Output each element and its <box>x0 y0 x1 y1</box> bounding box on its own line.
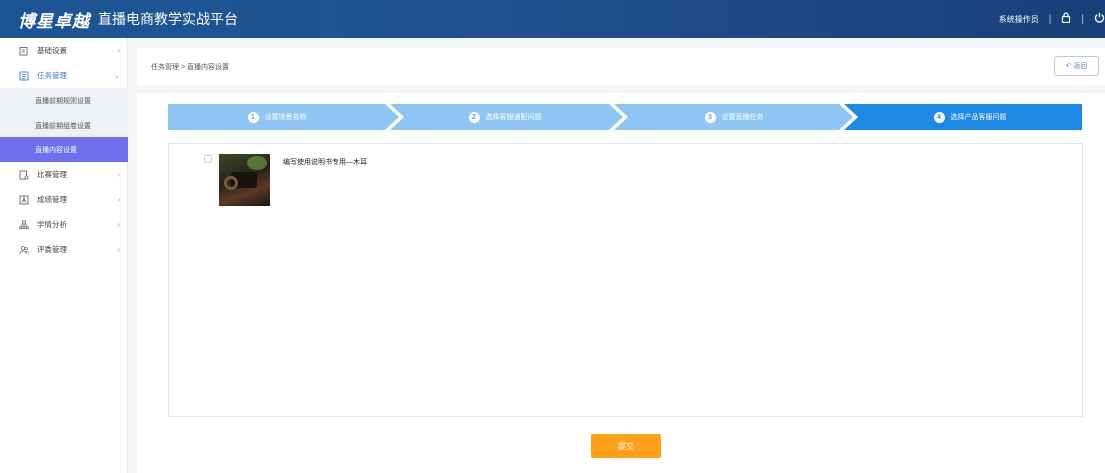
chevron-right-icon: › <box>117 170 120 179</box>
users-icon <box>18 245 30 255</box>
step-label: 设置直播任务 <box>721 114 764 121</box>
sidebar-item-basic-settings[interactable]: 基础设置 › <box>0 38 128 63</box>
sidebar-item-label: 学情分析 <box>37 220 67 229</box>
chevron-right-icon: › <box>117 220 120 229</box>
app-title: 直播电商教学实战平台 <box>98 11 238 27</box>
back-button-label: 返回 <box>1073 63 1088 70</box>
sidebar-item-judge-management[interactable]: 评委管理 › <box>0 237 128 262</box>
step-1[interactable]: 1 设置场景名称 <box>168 104 386 130</box>
chevron-right-icon: › <box>117 195 120 204</box>
sidebar-item-score-management[interactable]: 成绩管理 › <box>0 187 128 212</box>
sidebar-subitem-pre-live-paper[interactable]: 直播前期组卷设置 <box>0 113 128 138</box>
sidebar-item-task-management[interactable]: 任务管理 ⌄ <box>0 63 128 88</box>
back-button[interactable]: ↶ 返回 <box>1054 56 1099 76</box>
brand-logo: 博星卓越 <box>18 11 90 31</box>
breadcrumb: 任务管理 > 直播内容设置 <box>151 63 229 71</box>
sidebar-item-label: 评委管理 <box>37 245 67 254</box>
sidebar-subitem-live-content[interactable]: 直播内容设置 <box>0 137 128 162</box>
step-label: 选择产品客服问题 <box>950 114 1007 121</box>
list-icon <box>18 71 30 81</box>
product-panel <box>168 143 1083 417</box>
submit-button[interactable]: 提交 <box>591 434 661 458</box>
sidebar-item-learning-analysis[interactable]: 学情分析 › <box>0 212 128 237</box>
top-bar: 博星卓越 直播电商教学实战平台 系统操作员 | | <box>0 0 1105 38</box>
breadcrumb-bar: 任务管理 > 直播内容设置 ↶ 返回 <box>137 48 1105 85</box>
top-right-tools: 系统操作员 | | <box>999 0 1105 38</box>
divider: | <box>1081 13 1084 25</box>
product-checkbox[interactable] <box>204 155 212 163</box>
step-number: 1 <box>247 111 259 123</box>
step-2[interactable]: 2 选择客服通配问题 <box>400 104 610 130</box>
step-number: 3 <box>704 111 716 123</box>
hierarchy-icon <box>18 219 30 230</box>
divider: | <box>1048 13 1052 25</box>
sidebar-item-label: 成绩管理 <box>37 195 67 204</box>
sidebar-item-label: 基础设置 <box>37 46 67 55</box>
chevron-right-icon: › <box>117 245 120 254</box>
user-name[interactable]: 系统操作员 <box>999 14 1039 25</box>
edit-icon <box>18 46 30 56</box>
step-label: 设置场景名称 <box>264 114 307 121</box>
document-icon <box>18 170 30 180</box>
chevron-down-icon: ⌄ <box>113 71 120 80</box>
power-icon[interactable] <box>1094 12 1105 26</box>
sidebar-subitem-pre-live-rules[interactable]: 直播前期规则设置 <box>0 88 128 113</box>
sidebar-item-label: 任务管理 <box>37 71 67 80</box>
sidebar-item-label: 比赛管理 <box>37 170 67 179</box>
step-number: 4 <box>933 111 945 123</box>
product-name: 编写使用说明书专用—木耳 <box>283 159 367 166</box>
chevron-right-icon: › <box>117 46 120 55</box>
lock-icon[interactable] <box>1061 12 1071 26</box>
step-label: 选择客服通配问题 <box>485 114 542 121</box>
undo-icon: ↶ <box>1065 63 1072 70</box>
sidebar-item-competition-management[interactable]: 比赛管理 › <box>0 162 128 187</box>
product-thumbnail <box>219 154 270 206</box>
step-number: 2 <box>468 111 480 123</box>
step-4[interactable]: 4 选择产品客服问题 <box>858 104 1082 130</box>
grade-icon <box>18 195 30 205</box>
step-3[interactable]: 3 设置直播任务 <box>628 104 840 130</box>
